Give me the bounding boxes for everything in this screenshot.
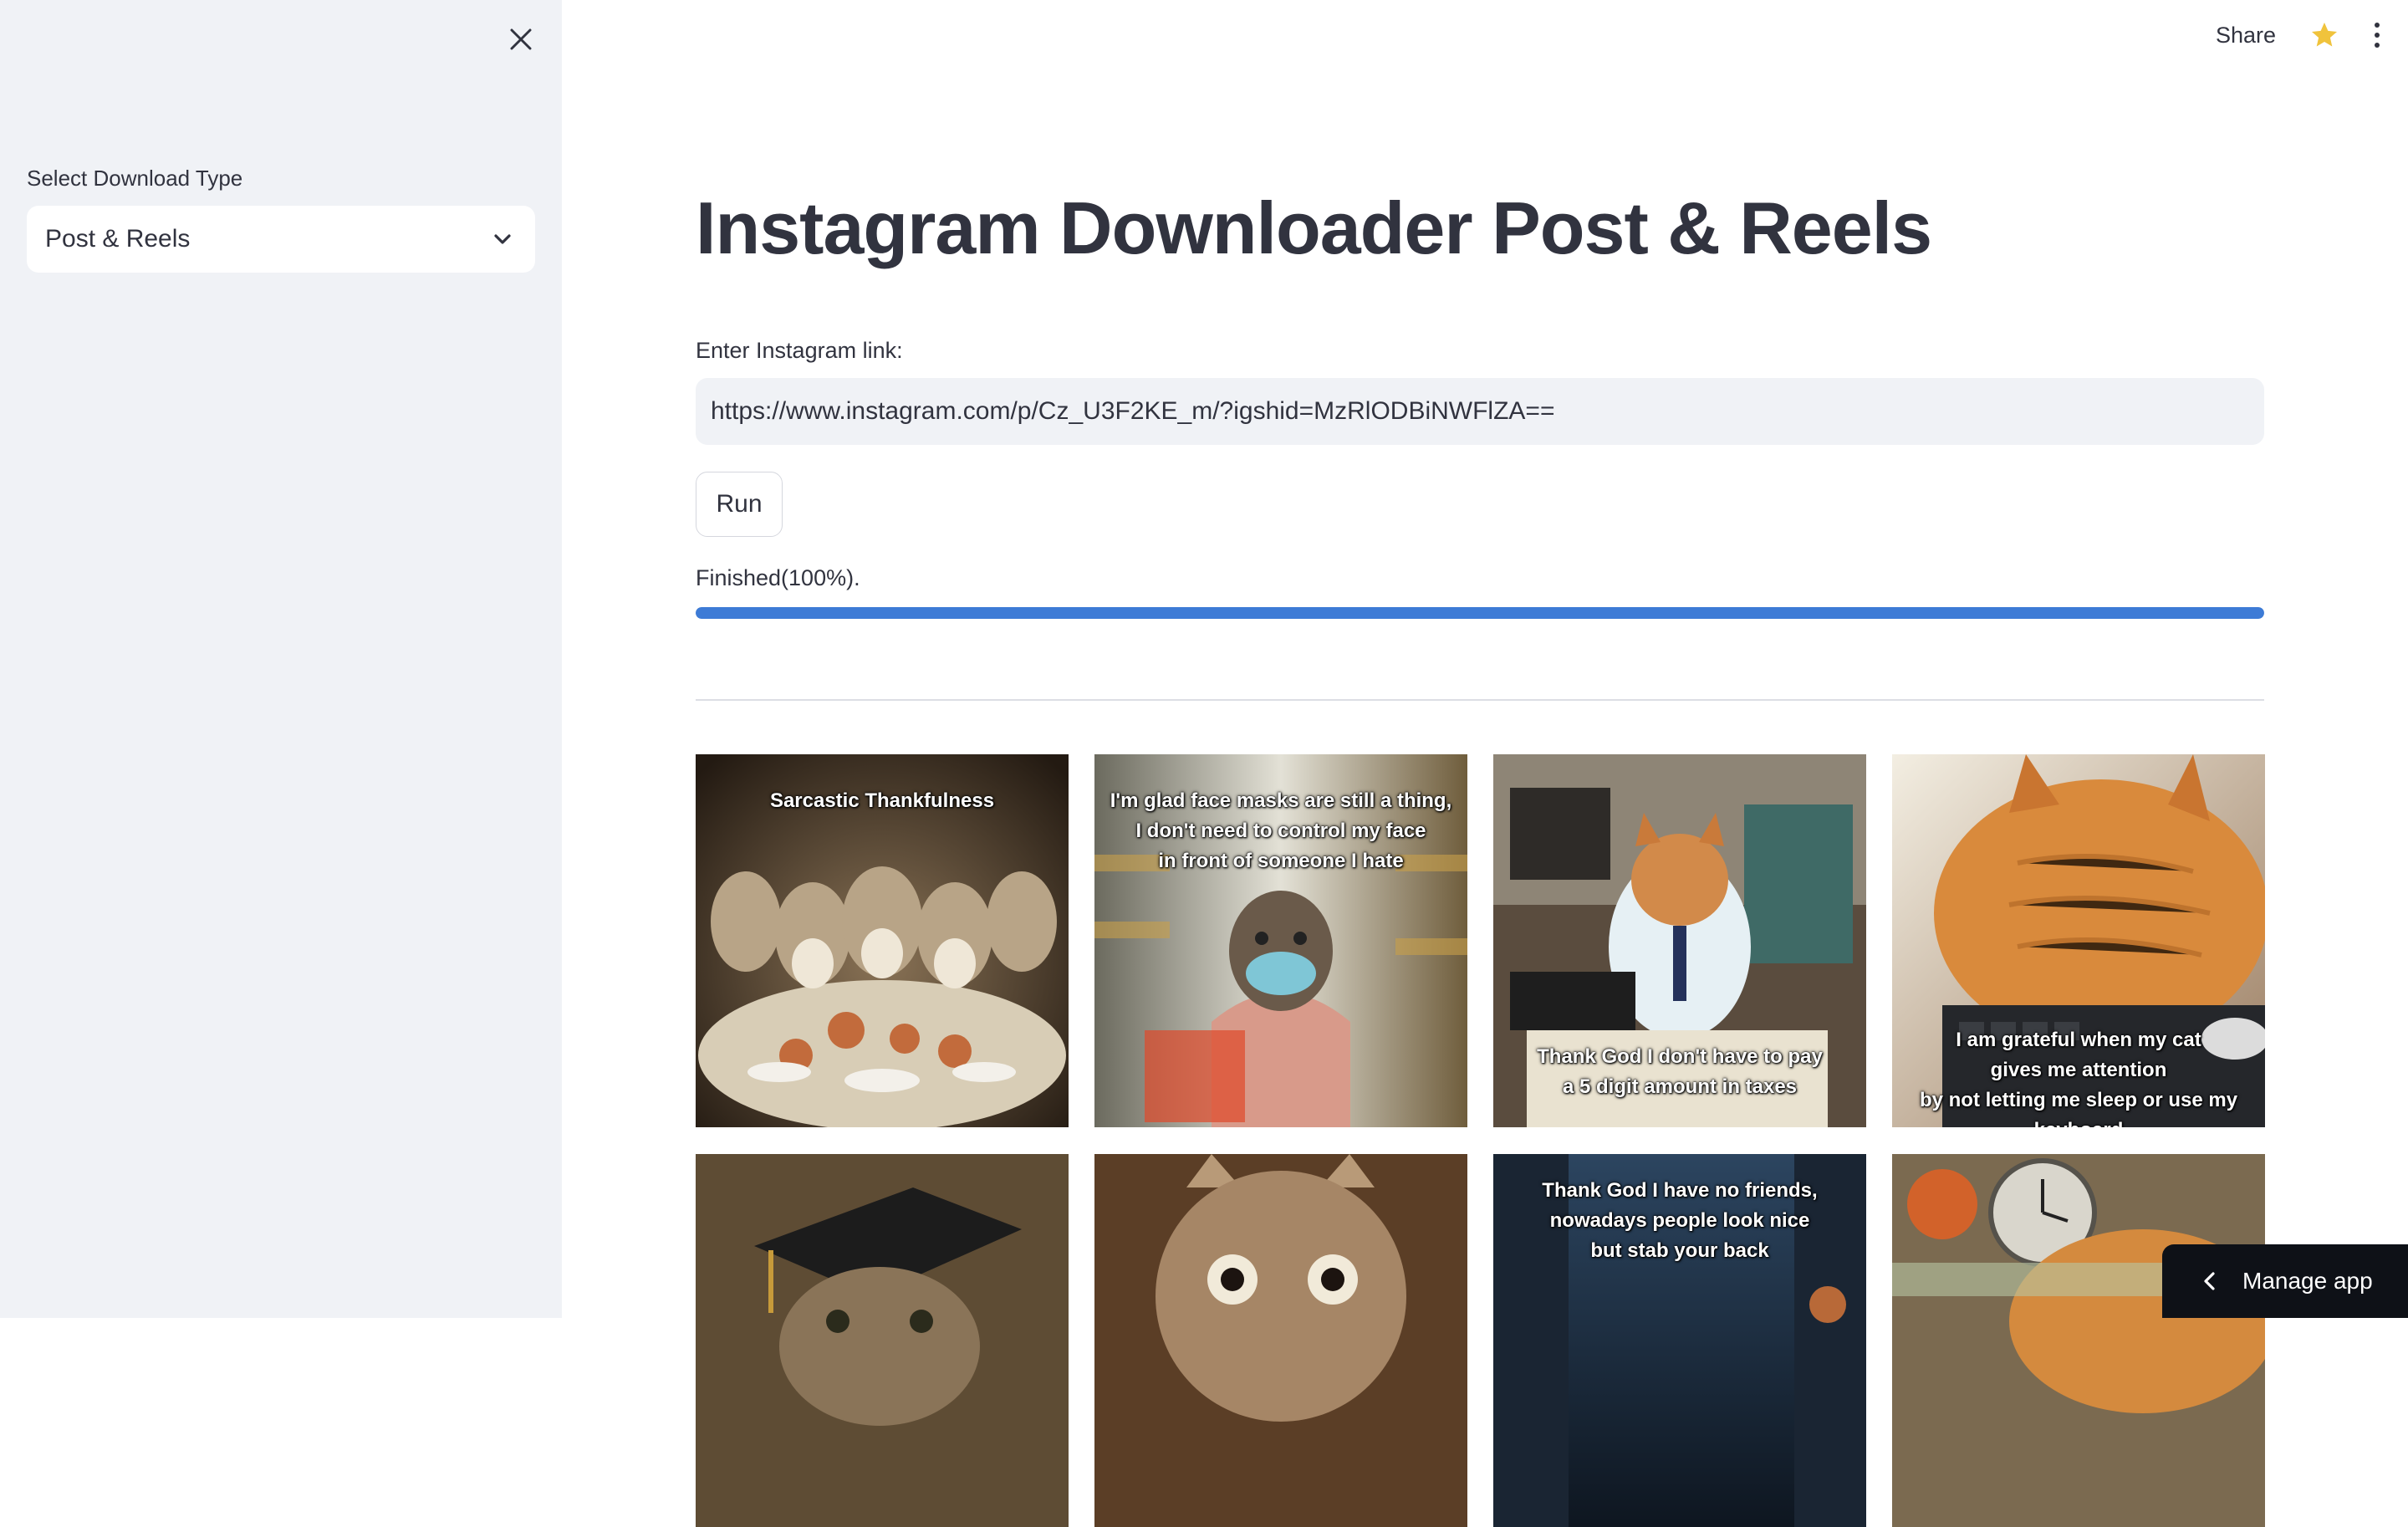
cat-graduation-image [696, 1154, 1069, 1527]
gallery-image-8[interactable] [1892, 1154, 2265, 1527]
gallery-image-7[interactable]: Thank God I have no friends, nowadays pe… [1493, 1154, 1866, 1527]
more-menu-button[interactable] [2375, 23, 2380, 48]
progress-fill [696, 607, 2264, 619]
chevron-down-icon [494, 234, 511, 244]
download-type-value: Post & Reels [45, 225, 191, 253]
cat-clock-image [1892, 1154, 2265, 1527]
sidebar: Select Download Type Post & Reels [0, 0, 562, 1318]
cat-surprised-image [1094, 1154, 1467, 1527]
image-caption: I am grateful when my cat gives me atten… [1919, 1029, 2238, 1127]
top-toolbar: Share [2216, 15, 2408, 55]
page-title: Instagram Downloader Post & Reels [696, 186, 1932, 269]
star-icon [2312, 23, 2337, 47]
manage-app-button[interactable]: Manage app [2162, 1244, 2408, 1318]
gallery-image-6[interactable] [1094, 1154, 1467, 1527]
kebab-dot-icon [2375, 43, 2380, 48]
gallery-image-2[interactable]: I'm glad face masks are still a thing, I… [1094, 754, 1467, 1127]
main-content: Share Instagram Downloader Post & Reels … [562, 0, 2408, 1527]
link-input-label: Enter Instagram link: [696, 338, 903, 363]
gallery-image-4[interactable]: I am grateful when my cat gives me atten… [1892, 754, 2265, 1127]
divider [696, 699, 2264, 701]
status-text: Finished(100%). [696, 565, 860, 590]
kebab-dot-icon [2375, 33, 2380, 38]
gallery-image-3[interactable]: Thank God I don't have to pay a 5 digit … [1493, 754, 1866, 1127]
star-button[interactable] [2309, 20, 2339, 50]
gallery-image-1[interactable]: Sarcastic Thankfulness [696, 754, 1069, 1127]
download-type-label: Select Download Type [27, 166, 243, 191]
progress-bar [696, 607, 2264, 619]
kebab-dot-icon [2375, 23, 2380, 28]
chevron-left-icon [2204, 1272, 2215, 1290]
run-button[interactable]: Run [696, 472, 783, 537]
image-caption: I'm glad face masks are still a thing, I… [1110, 789, 1452, 872]
close-sidebar-button[interactable] [500, 18, 542, 60]
image-caption: Thank God I have no friends, nowadays pe… [1542, 1179, 1818, 1262]
instagram-link-input[interactable] [696, 378, 2264, 445]
download-type-select[interactable]: Post & Reels [27, 206, 535, 273]
image-caption: Sarcastic Thankfulness [769, 789, 995, 812]
gallery-image-5[interactable] [696, 1154, 1069, 1527]
share-button[interactable]: Share [2216, 23, 2276, 49]
manage-app-label: Manage app [2242, 1268, 2373, 1294]
image-caption: Thank God I don't have to pay a 5 digit … [1537, 1045, 1823, 1098]
close-icon [510, 28, 532, 50]
